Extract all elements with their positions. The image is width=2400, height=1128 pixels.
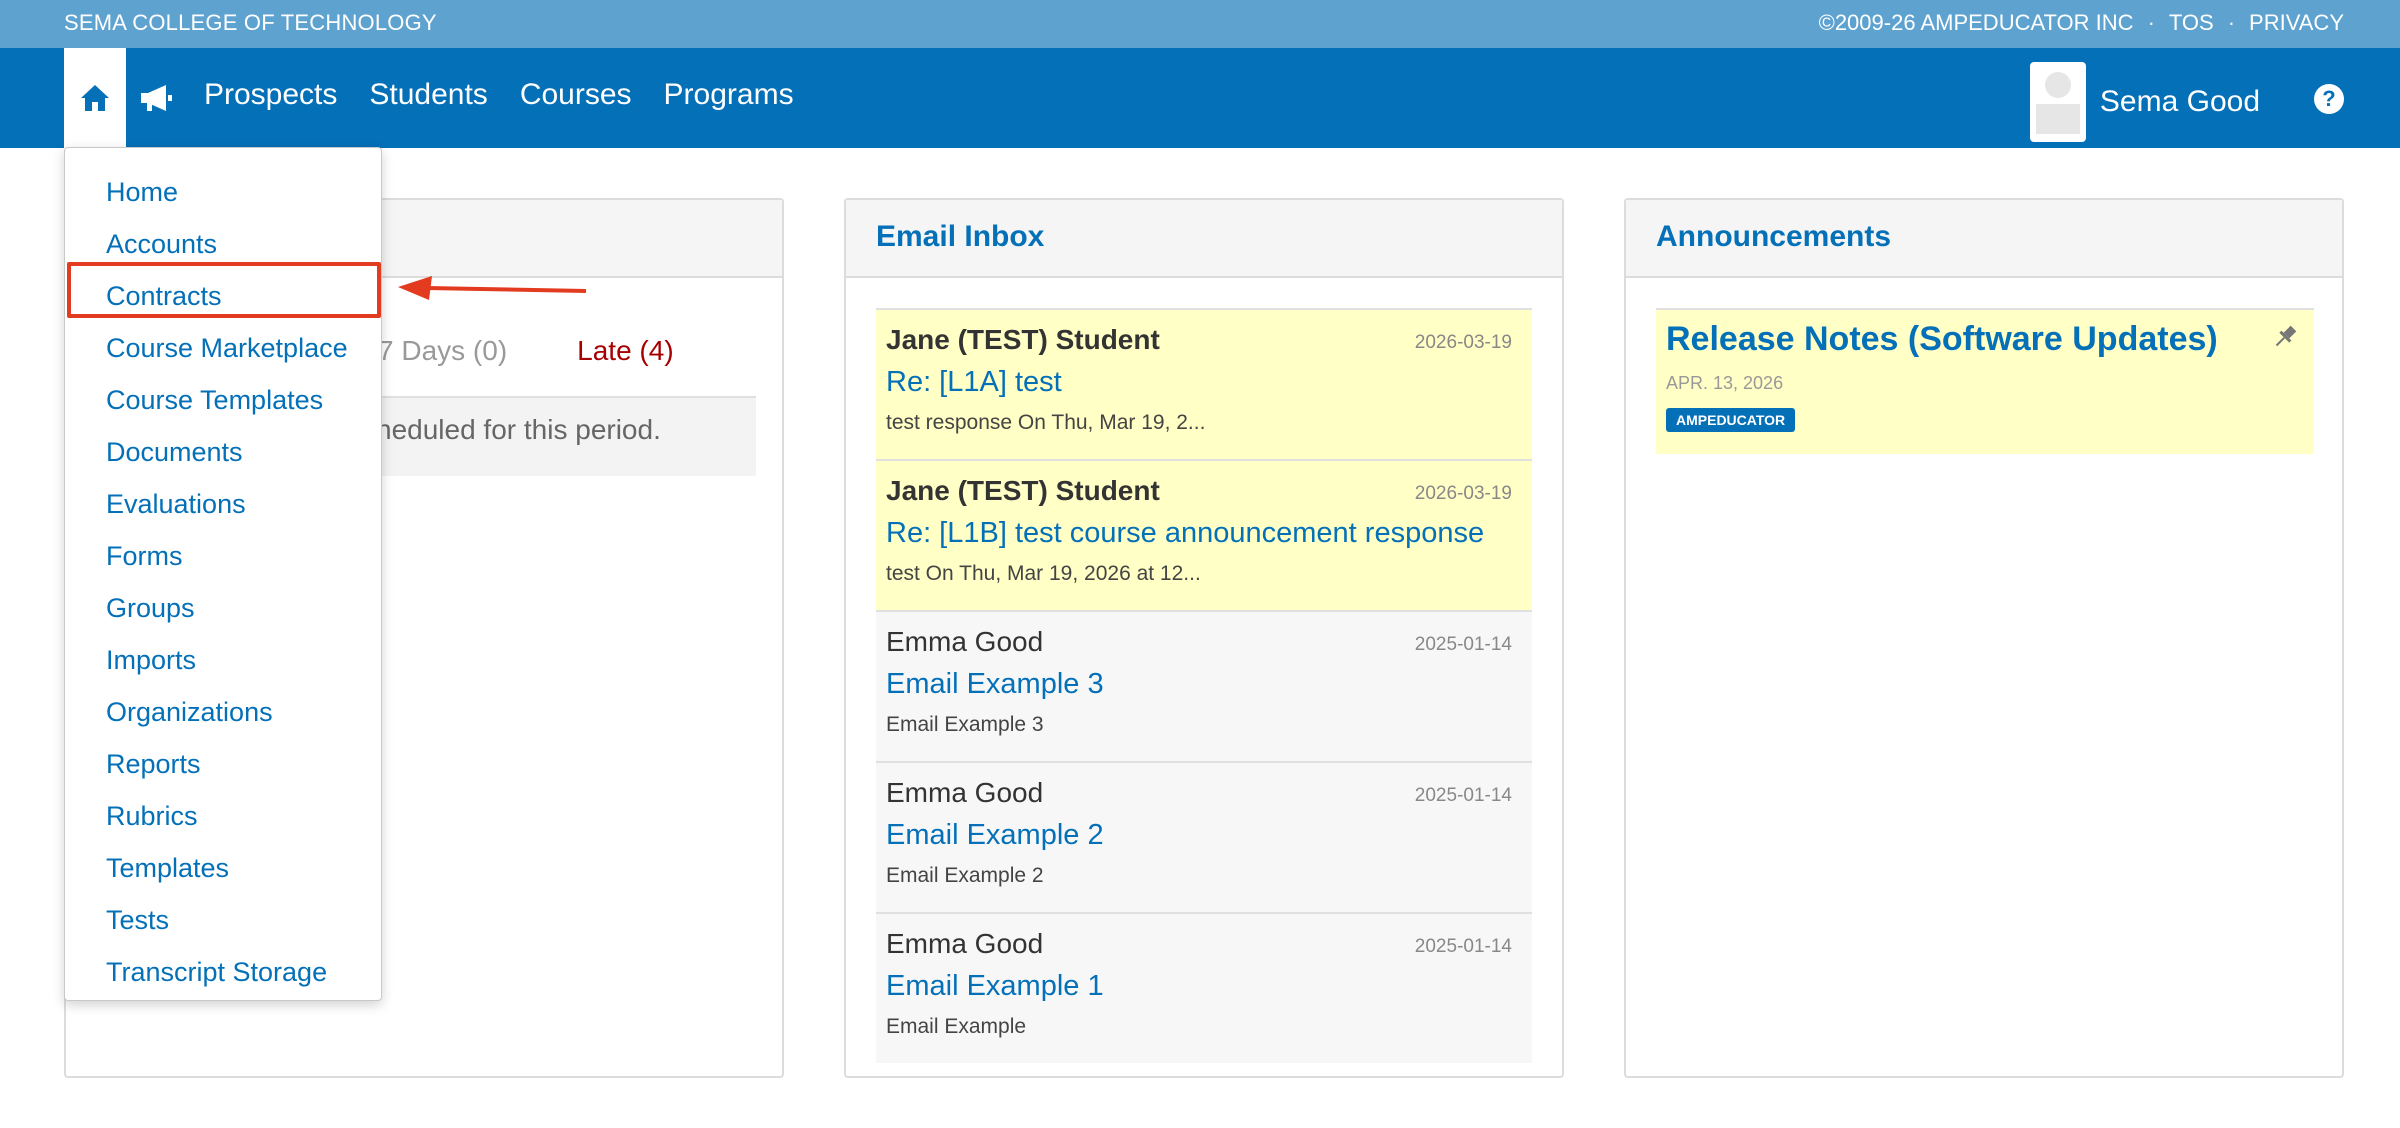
school-name: SEMA COLLEGE OF TECHNOLOGY [64,10,437,35]
email-item[interactable]: Jane (TEST) Student 2026-03-19 Re: [L1A]… [876,308,1532,459]
menu-item-evaluations[interactable]: Evaluations [65,478,381,530]
email-subject-link[interactable]: Re: [L1B] test course announcement respo… [886,517,1512,550]
nav-programs[interactable]: Programs [664,78,794,112]
menu-item-organizations[interactable]: Organizations [65,686,381,738]
menu-item-documents[interactable]: Documents [65,426,381,478]
email-inbox-panel: Email Inbox Jane (TEST) Student 2026-03-… [844,198,1564,1078]
separator: · [2227,10,2236,35]
menu-item-course-templates[interactable]: Course Templates [65,374,381,426]
menu-item-tests[interactable]: Tests [65,894,381,946]
user-name[interactable]: Sema Good [2100,85,2260,119]
email-item[interactable]: Emma Good 2025-01-14 Email Example 3 Ema… [876,610,1532,761]
menu-item-home[interactable]: Home [65,166,381,218]
task-tabs: 7 Days (0) Late (4) [378,335,674,367]
top-strip: SEMA COLLEGE OF TECHNOLOGY ©2009-26 AMPE… [0,0,2400,48]
email-date: 2026-03-19 [1414,332,1512,353]
announcement-badge: AMPEDUCATOR [1666,408,1796,432]
nav-courses[interactable]: Courses [520,78,632,112]
email-item[interactable]: Emma Good 2025-01-14 Email Example 1 Ema… [876,912,1532,1063]
home-icon [81,85,109,111]
home-button[interactable] [64,48,126,148]
email-date: 2025-01-14 [1414,936,1512,957]
user-menu[interactable]: Sema Good [2029,62,2260,142]
megaphone-icon[interactable] [138,80,174,116]
legal-links: ©2009-26 AMPEDUCATOR INC · TOS · PRIVACY [1819,10,2344,36]
nav-students[interactable]: Students [369,78,487,112]
email-item[interactable]: Jane (TEST) Student 2026-03-19 Re: [L1B]… [876,459,1532,610]
help-icon[interactable]: ? [2314,84,2344,114]
email-date: 2025-01-14 [1414,785,1512,806]
email-subject-link[interactable]: Re: [L1A] test [886,366,1512,399]
annotation-arrow-icon [398,276,587,300]
announcement-item[interactable]: Release Notes (Software Updates) APR. 13… [1656,308,2314,454]
contracts-highlight-box [67,262,381,318]
email-preview: Email Example 2 [886,864,1044,887]
privacy-link[interactable]: PRIVACY [2249,10,2344,36]
menu-item-groups[interactable]: Groups [65,582,381,634]
menu-item-forms[interactable]: Forms [65,530,381,582]
avatar [2029,62,2086,142]
email-subject-link[interactable]: Email Example 2 [886,819,1512,852]
email-preview: test response On Thu, Mar 19, 2... [886,411,1206,434]
email-date: 2025-01-14 [1414,634,1512,655]
email-preview: test On Thu, Mar 19, 2026 at 12... [886,562,1201,585]
menu-item-reports[interactable]: Reports [65,738,381,790]
email-list: Jane (TEST) Student 2026-03-19 Re: [L1A]… [876,308,1532,1063]
menu-item-templates[interactable]: Templates [65,842,381,894]
tab-next-7-days[interactable]: 7 Days (0) [378,335,507,367]
email-subject-link[interactable]: Email Example 3 [886,668,1512,701]
email-item[interactable]: Emma Good 2025-01-14 Email Example 2 Ema… [876,761,1532,912]
announcements-title: Announcements [1626,200,2342,278]
menu-item-rubrics[interactable]: Rubrics [65,790,381,842]
nav-prospects[interactable]: Prospects [204,78,337,112]
announcements-panel: Announcements Release Notes (Software Up… [1624,198,2344,1078]
menu-item-imports[interactable]: Imports [65,634,381,686]
pin-icon [2275,325,2297,347]
email-preview: Email Example [886,1015,1027,1038]
separator: · [2147,10,2155,35]
nav-links: Prospects Students Courses Programs [204,78,794,112]
announcement-title-link[interactable]: Release Notes (Software Updates) [1666,320,2304,359]
announcement-date: APR. 13, 2026 [1666,373,1784,393]
email-date: 2026-03-19 [1414,483,1512,504]
tab-late[interactable]: Late (4) [577,335,674,367]
email-preview: Email Example 3 [886,713,1044,736]
copyright-text: ©2009-26 AMPEDUCATOR INC [1818,10,2134,35]
main-navbar: Prospects Students Courses Programs Sema… [0,48,2400,148]
email-subject-link[interactable]: Email Example 1 [886,970,1512,1003]
email-inbox-title: Email Inbox [846,200,1562,278]
menu-item-course-marketplace[interactable]: Course Marketplace [65,322,381,374]
menu-item-transcript-storage[interactable]: Transcript Storage [65,946,381,998]
tos-link[interactable]: TOS [2169,10,2214,36]
